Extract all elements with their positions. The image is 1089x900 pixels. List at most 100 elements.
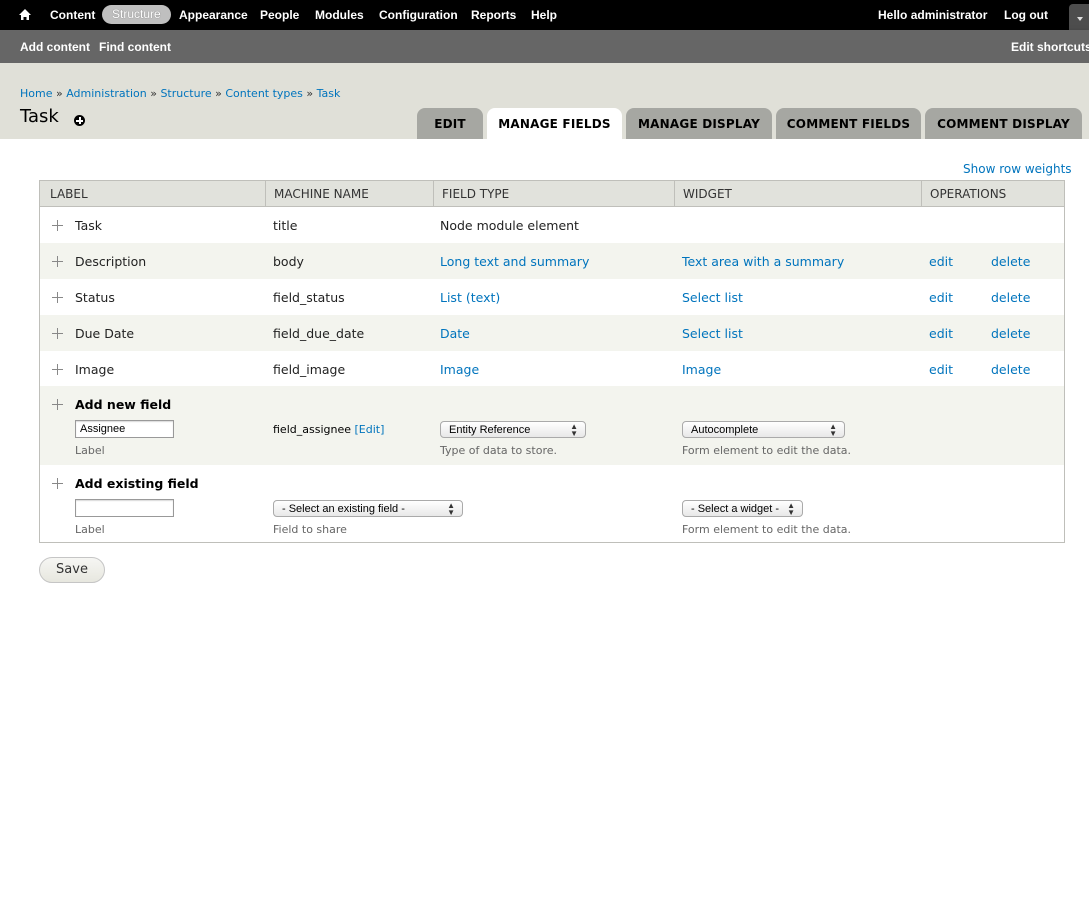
field-label: Status	[75, 290, 115, 305]
edit-link[interactable]: edit	[929, 290, 953, 305]
widget-select[interactable]: Autocomplete ▲ ▼	[682, 421, 845, 438]
select-arrows-icon: ▲ ▼	[447, 501, 455, 517]
field-type-link[interactable]: Image	[440, 362, 479, 377]
edit-link[interactable]: edit	[929, 254, 953, 269]
widget-link[interactable]: Image	[682, 362, 721, 377]
breadcrumb-separator: »	[150, 87, 157, 100]
field-type-select-value: Entity Reference	[449, 424, 531, 436]
new-field-label-desc: Label	[75, 444, 105, 457]
widget-link[interactable]: Text area with a summary	[682, 254, 844, 269]
breadcrumb-separator: »	[55, 87, 63, 100]
breadcrumb-separator: »	[306, 87, 314, 100]
tab-edit[interactable]: EDIT	[417, 108, 483, 139]
existing-widget-select-value: - Select a widget -	[691, 503, 780, 515]
drag-handle-icon[interactable]	[52, 220, 63, 231]
add-new-field-heading: Add new field	[75, 397, 172, 412]
greeting: Hello administrator	[878, 8, 987, 22]
field-label: Due Date	[75, 326, 135, 341]
machine-name-value: field_assignee	[273, 423, 351, 436]
field-label: Description	[75, 254, 147, 269]
shortcut-add-content[interactable]: Add content	[20, 40, 90, 54]
column-header-widget: WIDGET	[674, 181, 921, 207]
existing-widget-select[interactable]: - Select a widget - ▲ ▼	[682, 500, 803, 517]
tab-manage-fields[interactable]: MANAGE FIELDS	[487, 108, 622, 139]
table-row: Due Date field_due_date Date Select list…	[40, 315, 1064, 351]
shortcuts-toggle[interactable]	[1069, 4, 1089, 30]
field-type-link[interactable]: Long text and summary	[440, 254, 589, 269]
field-type-link[interactable]: List (text)	[440, 290, 500, 305]
toolbar-help[interactable]: Help	[531, 8, 557, 22]
field-label: Image	[75, 362, 115, 377]
save-button[interactable]: Save	[39, 557, 105, 583]
table-row: Image field_image Image Image edit delet…	[40, 351, 1064, 387]
toolbar-modules[interactable]: Modules	[315, 8, 364, 22]
select-arrows-icon: ▲ ▼	[787, 501, 795, 517]
toolbar-content[interactable]: Content	[50, 8, 95, 22]
show-row-weights-link[interactable]: Show row weights	[963, 162, 1072, 176]
machine-name-edit-link[interactable]: [Edit]	[354, 423, 384, 436]
toolbar-configuration[interactable]: Configuration	[379, 8, 458, 22]
widget-select-value: Autocomplete	[691, 424, 759, 436]
field-machine-name: field_due_date	[273, 326, 365, 341]
field-type-link[interactable]: Date	[440, 326, 470, 341]
drag-handle-icon[interactable]	[52, 399, 63, 410]
breadcrumb-home[interactable]: Home	[20, 87, 52, 100]
field-label: Task	[75, 218, 102, 233]
edit-link[interactable]: edit	[929, 326, 953, 341]
select-arrows-icon: ▲ ▼	[829, 422, 837, 438]
logout-link[interactable]: Log out	[1004, 8, 1048, 22]
table-row: Task title Node module element	[40, 207, 1064, 243]
existing-field-desc: Field to share	[273, 523, 347, 536]
column-header-field-type: FIELD TYPE	[433, 181, 674, 207]
fields-table: LABEL MACHINE NAME FIELD TYPE WIDGET OPE…	[39, 180, 1065, 543]
edit-shortcuts-link[interactable]: Edit shortcuts	[1011, 40, 1089, 54]
breadcrumb-task[interactable]: Task	[317, 87, 341, 100]
home-icon[interactable]	[18, 8, 32, 22]
toolbar-people[interactable]: People	[260, 8, 299, 22]
new-field-label-input[interactable]	[75, 420, 174, 438]
toolbar-structure[interactable]: Structure	[102, 5, 171, 24]
field-type-desc: Type of data to store.	[440, 444, 557, 457]
delete-link[interactable]: delete	[991, 290, 1030, 305]
table-header: LABEL MACHINE NAME FIELD TYPE WIDGET OPE…	[40, 181, 1064, 207]
toolbar-appearance[interactable]: Appearance	[179, 8, 248, 22]
widget-link[interactable]: Select list	[682, 326, 743, 341]
field-machine-name: field_status	[273, 290, 345, 305]
existing-field-select-value: - Select an existing field -	[282, 503, 405, 515]
edit-link[interactable]: edit	[929, 362, 953, 377]
tab-comment-fields[interactable]: COMMENT FIELDS	[776, 108, 921, 139]
field-type: Node module element	[440, 218, 579, 233]
add-shortcut-icon[interactable]	[74, 115, 85, 126]
widget-desc: Form element to edit the data.	[682, 444, 852, 457]
breadcrumb-content-types[interactable]: Content types	[225, 87, 303, 100]
existing-field-label-input[interactable]	[75, 499, 174, 517]
tab-manage-display[interactable]: MANAGE DISPLAY	[626, 108, 772, 139]
new-field-machine-name: field_assignee [Edit]	[273, 423, 384, 436]
delete-link[interactable]: delete	[991, 362, 1030, 377]
breadcrumb-administration[interactable]: Administration	[66, 87, 147, 100]
table-row: Description body Long text and summary T…	[40, 243, 1064, 279]
shortcut-find-content[interactable]: Find content	[99, 40, 171, 54]
delete-link[interactable]: delete	[991, 326, 1030, 341]
drag-handle-icon[interactable]	[52, 478, 63, 489]
widget-link[interactable]: Select list	[682, 290, 743, 305]
field-machine-name: title	[273, 218, 298, 233]
username[interactable]: administrator	[911, 8, 988, 22]
field-type-select[interactable]: Entity Reference ▲ ▼	[440, 421, 586, 438]
page-title: Task	[20, 106, 59, 127]
field-machine-name: field_image	[273, 362, 346, 377]
toolbar-reports[interactable]: Reports	[471, 8, 516, 22]
admin-toolbar: Content Structure Appearance People Modu…	[0, 0, 1089, 30]
drag-handle-icon[interactable]	[52, 256, 63, 267]
delete-link[interactable]: delete	[991, 254, 1030, 269]
shortcuts-bar: Add content Find content Edit shortcuts	[0, 30, 1089, 63]
drag-handle-icon[interactable]	[52, 328, 63, 339]
column-header-machine-name: MACHINE NAME	[265, 181, 433, 207]
drag-handle-icon[interactable]	[52, 364, 63, 375]
breadcrumb-separator: »	[215, 87, 222, 100]
add-existing-field-row: Add existing field Label - Select an exi…	[40, 465, 1064, 543]
drag-handle-icon[interactable]	[52, 292, 63, 303]
tab-comment-display[interactable]: COMMENT DISPLAY	[925, 108, 1082, 139]
breadcrumb-structure[interactable]: Structure	[160, 87, 211, 100]
existing-field-select[interactable]: - Select an existing field - ▲ ▼	[273, 500, 463, 517]
